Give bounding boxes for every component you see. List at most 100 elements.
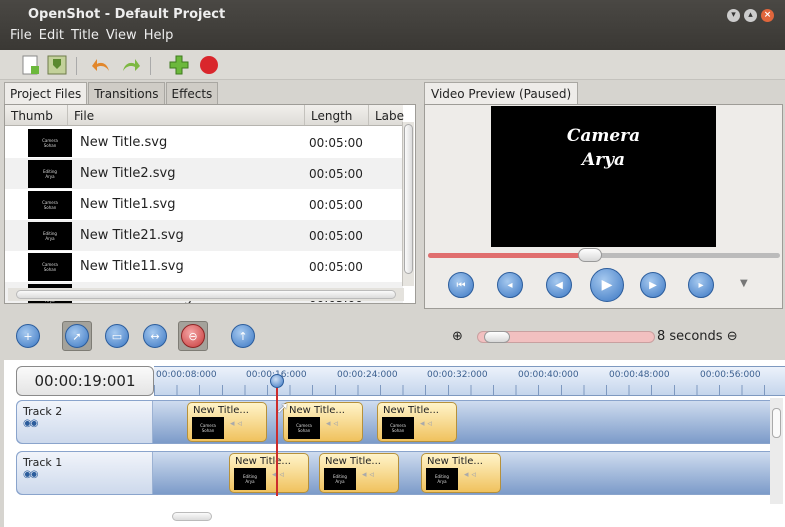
left-notebook-tabs: Project Files Transitions Effects	[4, 82, 219, 105]
rewind-icon[interactable]: ◀	[546, 272, 572, 298]
tab-transitions[interactable]: Transitions	[88, 82, 165, 105]
snap-tool-button[interactable]: ⊖	[178, 321, 208, 351]
scroll-thumb[interactable]	[404, 124, 413, 274]
minimize-icon[interactable]: ▾	[727, 9, 740, 22]
ruler-tick-label: 00:00:40:000	[518, 370, 579, 380]
timeline-clip[interactable]: New Title... Camera Sohan ◂ ◃	[377, 402, 457, 442]
ruler-tick-label: 00:00:56:000	[700, 370, 761, 380]
fast-forward-icon[interactable]: ▶	[640, 272, 666, 298]
select-tool-button[interactable]: ➚	[62, 321, 92, 351]
scroll-thumb[interactable]	[172, 512, 212, 521]
zoom-handle[interactable]	[484, 331, 510, 343]
zoom-level-label: 8 seconds ⊖	[657, 329, 738, 344]
track-name: Track 1	[23, 456, 63, 469]
clip-effects-icon: ◂ ◃	[326, 419, 338, 429]
jump-start-icon[interactable]: ⏮	[448, 272, 474, 298]
menu-edit[interactable]: Edit	[39, 28, 64, 43]
new-project-icon[interactable]	[20, 54, 42, 76]
clip-thumbnail: Camera Sohan	[382, 417, 414, 439]
next-marker-icon[interactable]: ▸	[688, 272, 714, 298]
file-list-hscroll[interactable]	[8, 288, 404, 301]
timeline-clip[interactable]: New Title... Camera Sohan ◂ ◃	[283, 402, 363, 442]
add-marker-button[interactable]: ↑	[228, 321, 258, 351]
file-length: 00:05:00	[309, 135, 363, 150]
playhead-line[interactable]	[276, 376, 278, 496]
razor-icon: ▭	[105, 324, 129, 348]
clip-effects-icon: ◂ ◃	[362, 470, 374, 480]
previous-marker-icon[interactable]: ◂	[497, 272, 523, 298]
track-visibility-icons[interactable]: ◉◉	[23, 418, 39, 429]
scroll-thumb[interactable]	[772, 408, 781, 438]
timeline-hscroll[interactable]	[160, 510, 770, 523]
tab-video-preview[interactable]: Video Preview (Paused)	[424, 82, 579, 105]
menu-bar: File Edit Title View Help	[10, 28, 173, 43]
tab-project-files[interactable]: Project Files	[4, 82, 88, 105]
timeline-clip[interactable]: New Title... Editing Arya ◂ ◃	[421, 453, 501, 493]
timeline-clip[interactable]: New Title... Editing Arya ◂ ◃	[229, 453, 309, 493]
thumb-text: Arya	[437, 479, 447, 484]
play-icon[interactable]: ▶	[590, 268, 624, 302]
file-name: New Title21.svg	[80, 228, 184, 243]
file-name: New Title1.svg	[80, 197, 176, 212]
column-length[interactable]: Length	[305, 105, 369, 125]
track-row[interactable]: Track 1 ◉◉ New Title... Editing Arya ◂ ◃ …	[16, 451, 776, 495]
file-thumbnail: EditingArya	[28, 159, 72, 188]
file-name: New Title.svg	[80, 135, 168, 150]
thumb-text: Sohan	[297, 428, 311, 433]
main-toolbar	[0, 50, 785, 80]
track-header: Track 2 ◉◉	[17, 401, 153, 443]
table-row[interactable]: Editing Arya New Title21.svg 00:05:00	[5, 220, 403, 251]
table-row[interactable]: Camera Sohan New Title.svg 00:05:00	[5, 127, 403, 158]
razor-tool-button[interactable]: ▭	[102, 321, 132, 351]
tab-effects[interactable]: Effects	[165, 82, 219, 105]
close-icon[interactable]: ×	[761, 9, 774, 22]
ruler-tick-label: 00:00:32:000	[427, 370, 488, 380]
seek-handle[interactable]	[578, 248, 602, 262]
file-thumbnail: Camera Sohan	[28, 252, 72, 281]
track-row[interactable]: Track 2 ◉◉ New Title... Camera Sohan ◂ ◃ …	[16, 400, 776, 444]
column-thumb[interactable]: Thumb	[5, 105, 68, 125]
clip-thumbnail: Editing Arya	[234, 468, 266, 490]
menu-file[interactable]: File	[10, 28, 32, 43]
scroll-thumb[interactable]	[16, 290, 396, 299]
marker-icon: ↑	[231, 324, 255, 348]
timeline-clip[interactable]: New Title... Editing Arya ◂ ◃	[319, 453, 399, 493]
clip-label: New Title...	[289, 405, 345, 416]
resize-tool-button[interactable]: ↔	[140, 321, 170, 351]
file-length: 00:05:00	[309, 259, 363, 274]
pointer-icon: ➚	[65, 324, 89, 348]
column-label[interactable]: Labe	[369, 105, 404, 125]
timeline-clip[interactable]: New Title... Camera Sohan ◂ ◃	[187, 402, 267, 442]
clip-thumbnail: Camera Sohan	[192, 417, 224, 439]
record-icon[interactable]	[198, 54, 220, 76]
table-row[interactable]: Camera Sohan New Title11.svg 00:05:00	[5, 251, 403, 282]
timeline-vscroll[interactable]	[770, 398, 783, 504]
column-file[interactable]: File	[68, 105, 305, 125]
clip-label: New Title...	[193, 405, 249, 416]
more-controls-icon[interactable]: ▼	[740, 278, 748, 289]
zoom-in-icon[interactable]: ⊕	[452, 329, 463, 344]
table-row[interactable]: Camera Sohan New Title1.svg 00:05:00	[5, 189, 403, 220]
snap-icon: ⊖	[181, 324, 205, 348]
playhead-handle[interactable]	[270, 374, 284, 388]
maximize-icon[interactable]: ▴	[744, 9, 757, 22]
menu-help[interactable]: Help	[144, 28, 174, 43]
timeline-ruler[interactable]: 00:00:08:000 00:00:16:000 00:00:24:000 0…	[154, 366, 785, 396]
zoom-out-icon[interactable]: ⊖	[727, 329, 738, 344]
clip-thumbnail: Editing Arya	[324, 468, 356, 490]
file-list-vscroll[interactable]	[402, 122, 414, 286]
menu-title[interactable]: Title	[71, 28, 99, 43]
add-files-icon[interactable]	[168, 54, 190, 76]
redo-icon[interactable]	[120, 54, 142, 76]
thumb-text: Sohan	[201, 428, 215, 433]
add-track-icon: +	[16, 324, 40, 348]
thumb-text: Arya	[45, 235, 55, 241]
menu-view[interactable]: View	[106, 28, 137, 43]
undo-icon[interactable]	[90, 54, 112, 76]
save-project-icon[interactable]	[46, 54, 68, 76]
file-thumbnail: Camera Sohan	[28, 190, 72, 219]
file-name: New Title11.svg	[80, 259, 184, 274]
table-row[interactable]: Editing Arya New Title2.svg 00:05:00	[5, 158, 403, 189]
add-track-button[interactable]: +	[13, 321, 43, 351]
track-visibility-icons[interactable]: ◉◉	[23, 469, 39, 480]
